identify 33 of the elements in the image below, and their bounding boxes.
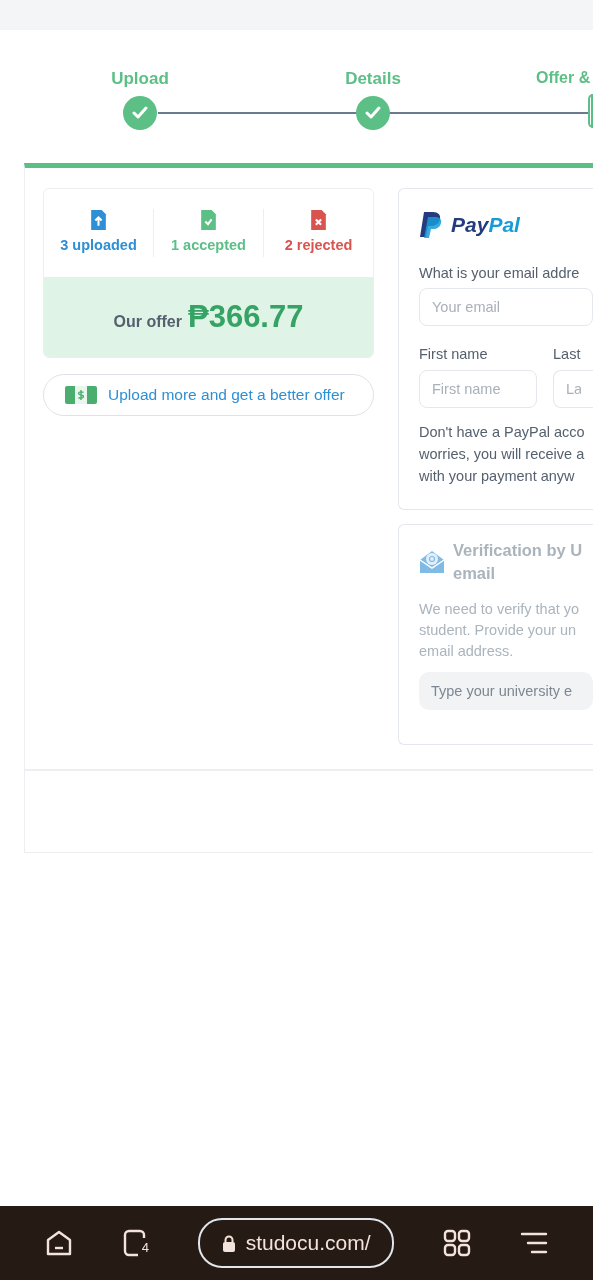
check-icon xyxy=(365,106,381,119)
offer-amount: ₱366.77 xyxy=(187,297,304,336)
tabs-button[interactable]: 4 xyxy=(121,1229,149,1257)
url-bar[interactable]: studocu.com/ xyxy=(198,1218,395,1268)
first-name-input[interactable]: First name xyxy=(419,370,537,408)
check-icon xyxy=(132,106,148,119)
step-label: Details xyxy=(345,68,401,90)
email-label: What is your email addre xyxy=(419,263,581,283)
email-input[interactable]: Your email xyxy=(419,288,593,327)
paypal-logo: PayPal xyxy=(451,212,520,238)
stat-label: 2 rejected xyxy=(284,236,353,255)
money-icon xyxy=(64,383,98,406)
step-label: Offer & xyxy=(536,68,591,88)
paypal-note: Don't have a PayPal acco worries, you will receive a with your payment anyw xyxy=(419,423,586,486)
envelope-icon xyxy=(419,550,445,575)
offer-label: Our offer xyxy=(113,311,182,332)
upload-more-button[interactable]: Upload more and get a better offer xyxy=(43,373,374,416)
stat-label: 1 accepted xyxy=(171,236,246,255)
stat-label: 3 uploaded xyxy=(60,236,137,255)
menu-icon xyxy=(520,1231,549,1255)
step-label: Upload xyxy=(111,68,169,90)
menu-button[interactable] xyxy=(520,1231,549,1255)
verification-title: Verification by U email xyxy=(453,540,583,585)
verification-text: We need to verify that yo student. Provide your un email address. xyxy=(419,600,581,662)
tabs-icon xyxy=(121,1229,148,1257)
apps-button[interactable] xyxy=(443,1229,472,1257)
lock-icon xyxy=(221,1234,236,1252)
home-button[interactable] xyxy=(44,1229,73,1257)
first-name-label: First name xyxy=(419,345,489,365)
paypal-logo-icon xyxy=(419,210,443,239)
last-name-label: Last xyxy=(553,345,582,365)
grid-icon xyxy=(443,1229,472,1257)
home-icon xyxy=(44,1229,73,1257)
